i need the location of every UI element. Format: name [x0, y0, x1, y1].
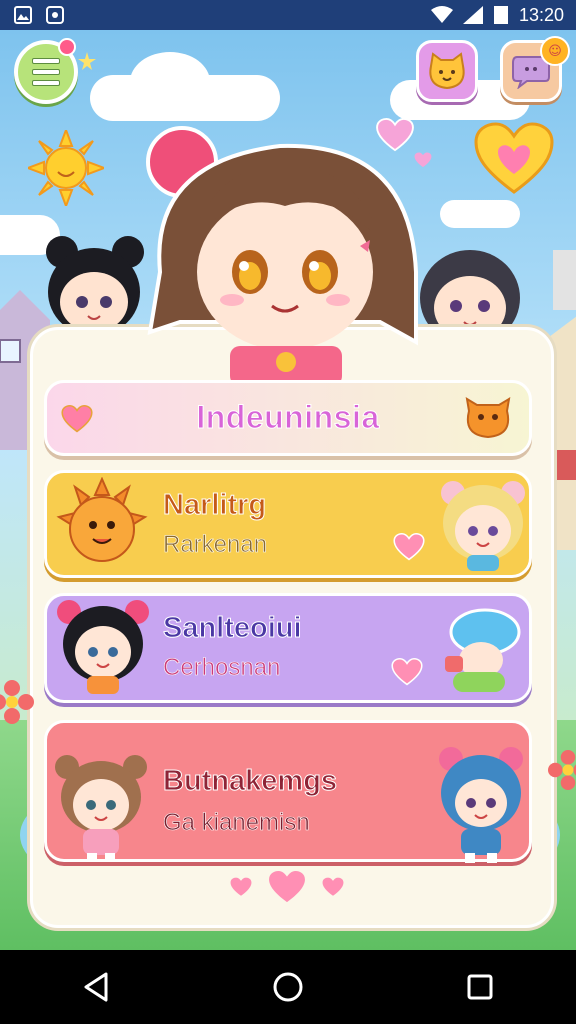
- menu-notification-dot: [58, 38, 76, 56]
- battery-icon: [493, 6, 508, 24]
- sun-creature-icon: [56, 477, 148, 562]
- sun-icon: [28, 130, 104, 206]
- heart-icon: [393, 533, 425, 561]
- status-bar: 13:20: [0, 0, 576, 30]
- menu-card-3[interactable]: Sanlteoiui Cerhosnan: [44, 593, 532, 703]
- cat-button[interactable]: [416, 40, 478, 102]
- menu-card-1[interactable]: Indeuninsia: [44, 380, 532, 456]
- pagination-hearts: [230, 870, 344, 904]
- flower-icon: [0, 680, 34, 724]
- card-subtitle: Rarkenan: [163, 531, 268, 559]
- heart-icon: [474, 122, 554, 194]
- mushroom-hat-character: [445, 608, 521, 692]
- menu-card-2[interactable]: Narlitrg Rarkenan: [44, 470, 532, 578]
- menu-card-4[interactable]: Butnakemgs Ga kianemisn: [44, 720, 532, 863]
- heart-icon: [269, 870, 305, 903]
- character-black-hair: [57, 600, 149, 694]
- card-subtitle: Ga kianemisn: [163, 809, 310, 837]
- card-subtitle: Cerhosnan: [163, 654, 281, 682]
- cloud: [130, 52, 210, 112]
- main-character: [146, 126, 418, 384]
- card-title: Narlitrg: [162, 489, 267, 522]
- flower-icon: [548, 750, 576, 790]
- chat-notification-badge: ☺: [540, 36, 570, 66]
- character-blue-hood: [439, 747, 523, 863]
- wifi-icon: [430, 6, 453, 23]
- menu-icon-bar: [32, 69, 60, 75]
- home-icon: [273, 972, 303, 1002]
- heart-icon: [322, 877, 344, 896]
- signal-icon: [462, 6, 483, 24]
- heart-icon: [230, 877, 252, 896]
- star-icon: [78, 52, 96, 70]
- heart-icon: [391, 658, 423, 686]
- menu-icon-bar: [32, 80, 60, 86]
- card-title: Indeuninsia: [196, 399, 380, 436]
- character-blonde: [441, 481, 525, 571]
- screen: 13:20 ☺ Indeuninsia Narlitrg Rarkenan Sa…: [0, 0, 576, 1024]
- back-button[interactable]: [66, 957, 126, 1017]
- cat-icon: [429, 52, 465, 90]
- card-title: Sanlteoiui: [163, 612, 303, 645]
- recents-button[interactable]: [450, 957, 510, 1017]
- back-icon: [84, 972, 108, 1002]
- menu-icon-bar: [32, 58, 60, 64]
- cloud: [440, 200, 520, 228]
- recents-icon: [467, 974, 493, 1000]
- pet-icon: [465, 397, 511, 439]
- image-notification-icon: [14, 6, 32, 24]
- character-brown-buns: [55, 755, 147, 861]
- card-title: Butnakemgs: [162, 765, 338, 798]
- camera-notification-icon: [46, 6, 64, 24]
- status-time: 13:20: [518, 4, 564, 25]
- home-button[interactable]: [258, 957, 318, 1017]
- navigation-bar: [0, 950, 576, 1024]
- game-scene: ☺ Indeuninsia Narlitrg Rarkenan Sanlteoi…: [0, 30, 576, 950]
